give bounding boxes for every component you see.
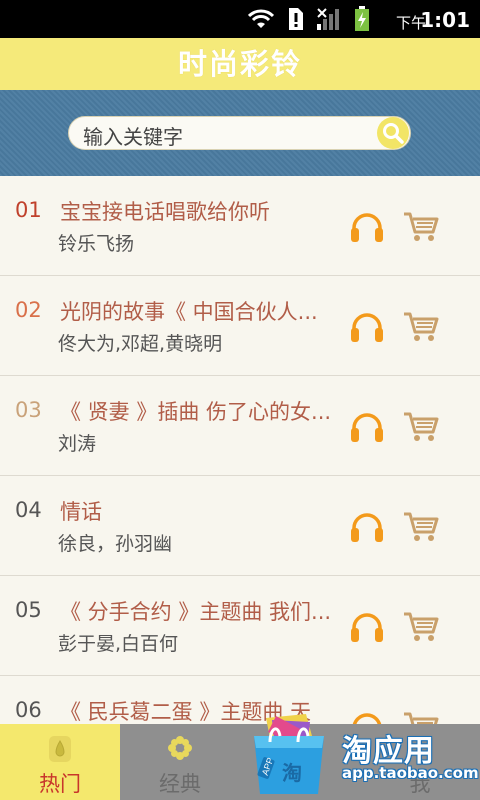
status-bar: 下午 1:01 xyxy=(0,0,480,38)
song-row[interactable]: 04 情话徐良，孙羽幽 xyxy=(0,476,480,576)
song-row[interactable]: 02 光阴的故事《 中国合伙人... 佟大为,邓超,黄晓明 xyxy=(0,276,480,376)
search-icon xyxy=(383,123,404,144)
song-rank: 05 xyxy=(15,598,42,622)
song-title: 宝宝接电话唱歌给你听 xyxy=(60,200,270,224)
tab-classic[interactable]: 经典 xyxy=(120,724,240,800)
song-rank: 06 xyxy=(15,698,42,722)
shopping-bag-icon: APP 淘 xyxy=(254,714,324,794)
page-title: 时尚彩铃 xyxy=(177,47,302,81)
battery-charging-icon xyxy=(355,6,369,31)
song-row[interactable]: 01 宝宝接电话唱歌给你听 铃乐飞扬 xyxy=(0,176,480,276)
song-artist: 徐良，孙羽幽 xyxy=(58,533,173,555)
song-artist: 刘涛 xyxy=(58,433,97,455)
app-header: 时尚彩铃 xyxy=(0,38,480,90)
song-title: 情话 xyxy=(60,500,102,524)
sd-card-alert-icon xyxy=(289,8,303,30)
tab-classic-label: 经典 xyxy=(159,772,201,796)
cart-icon[interactable] xyxy=(402,208,440,244)
song-title: 《 分手合约 》主题曲 我们... xyxy=(60,600,332,624)
cart-icon[interactable] xyxy=(402,508,440,544)
song-rank: 02 xyxy=(15,298,42,322)
song-title: 光阴的故事《 中国合伙人... xyxy=(60,300,318,324)
promo-bag-text: 淘 xyxy=(282,761,302,785)
song-list: 01 宝宝接电话唱歌给你听 铃乐飞扬 02 光阴的故事《 中国合伙人... 佟大为,邓超,… xyxy=(0,176,480,724)
search-placeholder: 输入关键字 xyxy=(83,125,183,149)
song-row[interactable]: 03 《 贤妻 》插曲 伤了心的女... 刘涛 xyxy=(0,376,480,476)
search-button[interactable] xyxy=(377,117,409,149)
song-rank: 01 xyxy=(15,198,42,222)
song-rank: 03 xyxy=(15,398,42,422)
headphones-icon[interactable] xyxy=(349,610,385,644)
cart-icon[interactable] xyxy=(402,308,440,344)
hot-tab-icon xyxy=(49,736,71,762)
song-row[interactable]: 05 《 分手合约 》主题曲 我们... 彭于晏,白百何 xyxy=(0,576,480,676)
status-time: 1:01 xyxy=(420,8,470,32)
promo-url: app.taobao.com xyxy=(342,764,479,782)
search-input[interactable]: 输入关键字 xyxy=(68,116,411,150)
cart-icon[interactable] xyxy=(402,608,440,644)
headphones-icon[interactable] xyxy=(349,410,385,444)
tab-hot-label: 热门 xyxy=(39,772,81,796)
song-artist: 彭于晏,白百何 xyxy=(58,633,179,655)
wifi-icon xyxy=(248,9,274,28)
song-title: 《 贤妻 》插曲 伤了心的女... xyxy=(60,400,332,424)
song-artist: 佟大为,邓超,黄晓明 xyxy=(58,333,223,355)
tab-hot[interactable]: 热门 xyxy=(0,724,120,800)
taobao-app-promo[interactable]: APP 淘 淘应用 app.taobao.com xyxy=(240,700,480,800)
headphones-icon[interactable] xyxy=(349,210,385,244)
flower-icon xyxy=(168,736,192,760)
cart-icon[interactable] xyxy=(402,408,440,444)
song-artist: 铃乐飞扬 xyxy=(58,233,135,255)
headphones-icon[interactable] xyxy=(349,310,385,344)
status-icons xyxy=(248,6,370,32)
headphones-icon[interactable] xyxy=(349,510,385,544)
song-rank: 04 xyxy=(15,498,42,522)
signal-icon xyxy=(317,8,339,30)
